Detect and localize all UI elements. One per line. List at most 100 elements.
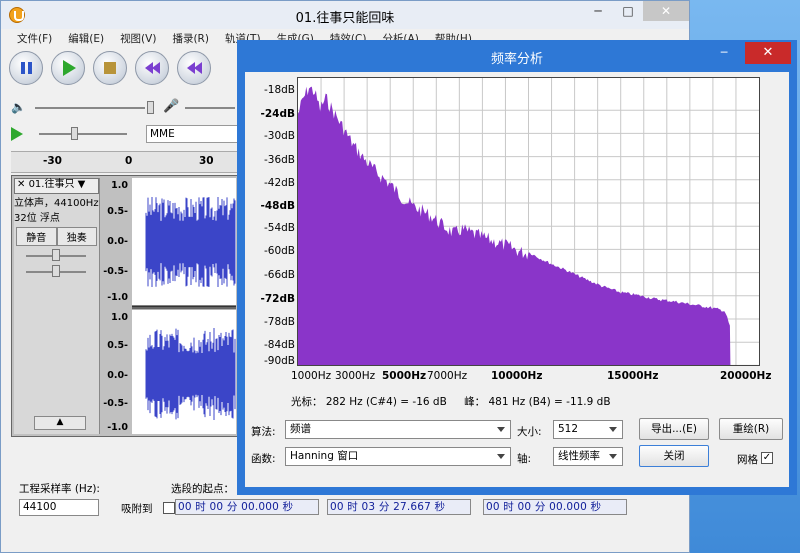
playback-volume-slider[interactable] [35, 107, 145, 109]
y-tick-label: -24dB [260, 108, 296, 120]
pause-icon [27, 62, 32, 74]
gain-thumb[interactable] [52, 249, 60, 261]
export-button[interactable]: 导出...(E) [639, 418, 709, 440]
scale-label: 0.0- [107, 236, 128, 247]
x-tick-label: 5000Hz [382, 370, 427, 382]
play-at-speed-icon[interactable] [11, 127, 23, 141]
y-tick-label: -90dB [263, 355, 295, 367]
pan-slider[interactable] [18, 265, 95, 279]
transport-toolbar [9, 51, 211, 85]
x-tick-label: 20000Hz [720, 370, 772, 382]
y-tick-label: -72dB [260, 293, 296, 305]
y-tick-label: -42dB [263, 177, 295, 189]
play-button[interactable] [51, 51, 85, 85]
mixer-toolbar: 🔈 🎤 [11, 98, 236, 118]
close-dialog-button[interactable]: 关闭 [639, 445, 709, 467]
x-tick-label: 10000Hz [491, 370, 543, 382]
menu-file[interactable]: 文件(F) [9, 29, 60, 47]
algorithm-select[interactable]: 频谱 [285, 420, 511, 439]
frequency-analysis-dialog: 频率分析 ─ ✕ -18dB -24dB -30dB -36dB -42dB -48dB -… [237, 40, 797, 495]
function-select[interactable]: Hanning 窗口 [285, 447, 511, 466]
snap-to-label: 吸附到 [121, 503, 153, 515]
skip-end-button[interactable] [177, 51, 211, 85]
maximize-button[interactable]: □ [613, 1, 643, 21]
ruler-tick: 30 [199, 155, 214, 167]
audio-position-time[interactable]: 00 时 00 分 00.000 秒 [483, 499, 627, 515]
spectrum-chart [298, 78, 759, 366]
playback-volume-thumb[interactable] [147, 101, 154, 114]
dialog-minimize-button[interactable]: ─ [711, 46, 737, 64]
y-tick-label: -54dB [263, 222, 295, 234]
algorithm-label: 算法: [251, 426, 276, 438]
snap-to-checkbox[interactable] [163, 502, 175, 514]
project-rate-label: 工程采样率 (Hz): [19, 483, 100, 495]
amplitude-scale: 1.0 0.5- 0.0- -0.5- -1.0 1.0 0.5- 0.0- -… [102, 178, 130, 434]
size-select[interactable]: 512 [553, 420, 623, 439]
pause-icon [20, 62, 25, 74]
selection-start-label: 选段的起点： [171, 483, 234, 495]
solo-button[interactable]: 独奏 [56, 227, 97, 246]
skip-end-icon [193, 62, 202, 74]
replot-button[interactable]: 重绘(R) [719, 418, 783, 440]
track-control-panel: ✕ 01.往事只 ▼ 立体声，44100Hz 32位 浮点 静音 独奏 ▲ [14, 178, 100, 434]
cursor-readout: 光标： 282 Hz (C#4) = -16 dB 峰： 481 Hz (B4)… [291, 394, 611, 409]
pan-thumb[interactable] [52, 265, 60, 277]
close-button[interactable]: ✕ [643, 1, 689, 21]
size-label: 大小: [517, 426, 542, 438]
collapse-track-button[interactable]: ▲ [34, 416, 86, 430]
skip-start-icon [151, 62, 160, 74]
minimize-button[interactable]: ─ [583, 1, 613, 21]
y-tick-label: -66dB [263, 269, 295, 281]
scale-label: -0.5- [103, 398, 128, 409]
x-tick-label: 7000Hz [427, 370, 468, 382]
record-volume-slider[interactable] [185, 107, 235, 109]
title-bar: 01.往事只能回味 ─ □ ✕ [1, 1, 689, 29]
pause-button[interactable] [9, 51, 43, 85]
ruler-tick: -30 [43, 155, 62, 167]
axis-select[interactable]: 线性频率 [553, 447, 623, 466]
ruler-tick: 0 [125, 155, 133, 167]
waveform [132, 178, 236, 434]
microphone-icon: 🎤 [163, 99, 180, 114]
y-tick-label: -60dB [263, 245, 295, 257]
y-tick-label: -30dB [263, 130, 295, 142]
project-rate-select[interactable]: 44100 [19, 499, 99, 516]
grid-label: 网格 [737, 454, 758, 466]
scale-label: 1.0 [111, 312, 128, 323]
play-icon [63, 60, 76, 76]
dialog-close-button[interactable]: ✕ [745, 42, 791, 64]
scale-label: 1.0 [111, 180, 128, 191]
mute-button[interactable]: 静音 [16, 227, 57, 246]
waveform-area[interactable] [132, 178, 236, 434]
scale-label: 0.5- [107, 206, 128, 217]
track-format: 立体声，44100Hz [14, 198, 99, 209]
audio-host-select[interactable]: MME [146, 125, 241, 143]
peak-value: 峰： 481 Hz (B4) = -11.9 dB [464, 396, 611, 408]
dialog-body: -18dB -24dB -30dB -36dB -42dB -48dB -54dB -60dB… [245, 72, 789, 487]
y-tick-label: -36dB [263, 154, 295, 166]
menu-edit[interactable]: 编辑(E) [60, 29, 112, 47]
skip-start-button[interactable] [135, 51, 169, 85]
gain-slider[interactable] [18, 249, 95, 263]
selection-start-time[interactable]: 00 时 00 分 00.000 秒 [175, 499, 319, 515]
scale-label: -1.0 [107, 292, 128, 303]
menu-view[interactable]: 视图(V) [112, 29, 164, 47]
speed-slider[interactable] [39, 133, 127, 135]
scale-label: -0.5- [103, 266, 128, 277]
grid-checkbox[interactable]: ✓ [761, 452, 773, 464]
scale-label: -1.0 [107, 422, 128, 433]
speed-slider-thumb[interactable] [71, 127, 78, 140]
selection-end-time[interactable]: 00 时 03 分 27.667 秒 [327, 499, 471, 515]
stop-button[interactable] [93, 51, 127, 85]
speaker-icon: 🔈 [11, 100, 26, 114]
scale-label: 0.5- [107, 340, 128, 351]
menu-transport[interactable]: 播录(R) [164, 29, 217, 47]
timeline-ruler[interactable]: -30 0 30 [11, 151, 239, 173]
y-tick-label: -48dB [260, 200, 296, 212]
x-tick-label: 15000Hz [607, 370, 659, 382]
track-name: 01.往事只 [28, 179, 75, 190]
stop-icon [104, 62, 116, 74]
spectrum-plot[interactable] [297, 77, 760, 366]
cursor-value: 光标： 282 Hz (C#4) = -16 dB [291, 396, 447, 408]
track-name-button[interactable]: ✕ 01.往事只 ▼ [14, 178, 99, 194]
